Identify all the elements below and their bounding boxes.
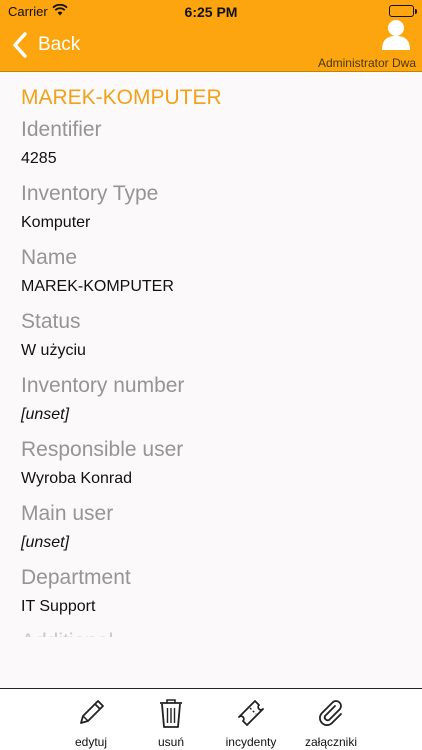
field-main-user: Main user [unset] [21,499,401,555]
field-value: 4285 [21,150,57,167]
status-bar: Carrier 6:25 PM [0,0,422,22]
user-name: Administrator Dwa [317,56,416,70]
field-label: Inventory Type [21,182,159,205]
clock: 6:25 PM [184,4,238,20]
field-label: Main user [21,502,114,525]
attachments-label: załączniki [304,735,358,749]
ticket-icon [238,700,264,726]
field-value: [unset] [21,534,70,551]
field-value: MAREK-KOMPUTER [21,278,174,295]
field-value: [unset] [21,406,70,423]
delete-label: usuń [157,735,185,749]
record-detail[interactable]: MAREK-KOMPUTER Identifier 4285 Inventory… [0,73,422,679]
field-inventory-type: Inventory Type Komputer [21,179,401,235]
back-label: Back [38,34,81,55]
field-responsible-user: Responsible user Wyroba Konrad [21,435,401,491]
field-label: Inventory number [21,374,185,397]
battery-icon [389,5,417,17]
field-label-partial: Additional [21,627,401,637]
trash-icon [160,699,182,728]
field-value: IT Support [21,598,96,615]
bottom-toolbar: edytuj usuń incydenty załączniki [0,688,422,750]
back-button[interactable]: Back [12,28,80,62]
edit-label: edytuj [74,735,108,749]
field-inventory-number: Inventory number [unset] [21,371,401,427]
chevron-left-icon [13,32,27,58]
field-status: Status W użyciu [21,307,401,363]
field-identifier: Identifier 4285 [21,115,401,171]
incidents-button[interactable]: incydenty [211,689,291,750]
incidents-label: incydenty [225,735,277,749]
paperclip-icon [319,700,342,726]
delete-button[interactable]: usuń [131,689,211,750]
field-label: Department [21,566,131,589]
field-value: Komputer [21,214,91,231]
field-department: Department IT Support [21,563,401,619]
field-value: W użyciu [21,342,86,359]
user-avatar-icon[interactable] [380,18,412,55]
attachments-button[interactable]: załączniki [291,689,371,750]
record-title: MAREK-KOMPUTER [21,86,222,109]
pencil-icon [80,700,104,724]
edit-button[interactable]: edytuj [51,689,131,750]
field-label: Status [21,310,81,333]
field-value: Wyroba Konrad [21,470,133,487]
field-label: Responsible user [21,438,184,461]
navigation-header: Carrier 6:25 PM Back Administrator Dwa [0,0,422,72]
field-label: Identifier [21,118,102,141]
field-label: Name [21,246,78,269]
field-name: Name MAREK-KOMPUTER [21,243,401,299]
